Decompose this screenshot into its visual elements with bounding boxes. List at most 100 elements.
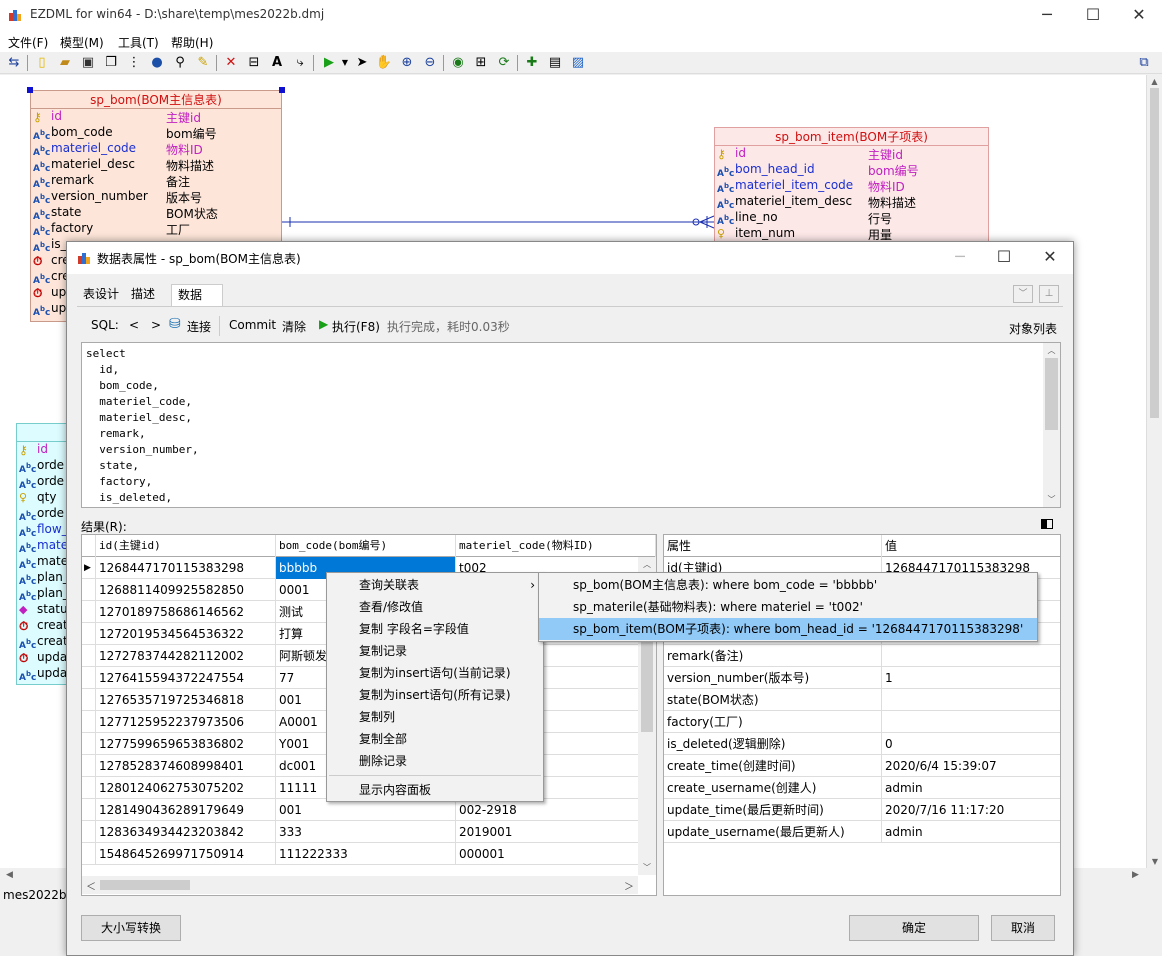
delete-icon[interactable]: ✕ — [222, 54, 240, 72]
property-value[interactable]: admin — [882, 821, 1060, 843]
new-file-icon[interactable]: ▯ — [33, 54, 51, 72]
layout-icon[interactable]: ⊞ — [472, 54, 490, 72]
context-menu-item[interactable]: 复制为insert语句(当前记录) — [327, 662, 543, 684]
save-icon[interactable]: ▣ — [79, 54, 97, 72]
hand-icon[interactable]: ✋ — [375, 54, 393, 72]
property-value[interactable] — [882, 689, 1060, 711]
tab-description[interactable]: 描述 — [125, 284, 161, 306]
entity-field-row[interactable]: Abc creat — [17, 634, 67, 651]
ok-button[interactable]: 确定 — [849, 915, 979, 941]
image-icon[interactable]: ▨ — [569, 54, 587, 72]
property-row[interactable]: update_time(最后更新时间) 2020/7/16 11:17:20 — [664, 799, 1060, 821]
table-cell[interactable]: 333 — [276, 821, 456, 843]
entity-field-row[interactable]: Abc state BOM状态 — [31, 205, 281, 222]
related-table-item[interactable]: sp_bom(BOM主信息表): where bom_code = 'bbbbb… — [539, 574, 1037, 596]
context-menu-item[interactable]: 查询关联表 › — [327, 574, 543, 596]
entity-field-row[interactable]: Abc materiel_item_code 物料ID — [715, 178, 988, 195]
entity-field-row[interactable]: ⚷ id — [17, 442, 67, 458]
highlight-icon[interactable]: ✎ — [194, 54, 212, 72]
open-folder-icon[interactable]: ▰ — [56, 54, 74, 72]
entity-field-row[interactable]: Abc remark 备注 — [31, 173, 281, 190]
find-icon[interactable]: ⚲ — [171, 54, 189, 72]
table-cell[interactable]: 1268811409925582850 — [96, 579, 276, 601]
menu-file[interactable]: 文件(F) — [8, 34, 48, 51]
object-list-button[interactable]: 对象列表 — [1009, 320, 1057, 337]
entity-field-row[interactable]: ♀ qty — [17, 490, 67, 506]
navigator-icon[interactable]: ⇆ — [5, 54, 23, 72]
table-cell[interactable]: 000001 — [456, 843, 656, 865]
zoom-out-icon[interactable]: ⊖ — [421, 54, 439, 72]
menu-help[interactable]: 帮助(H) — [171, 34, 213, 51]
table-cell[interactable]: 1272783744282112002 — [96, 645, 276, 667]
pointer-icon[interactable]: ➤ — [353, 54, 371, 72]
property-value[interactable]: 1 — [882, 667, 1060, 689]
property-row[interactable]: state(BOM状态) — [664, 689, 1060, 711]
table-cell[interactable]: 1278528374608998401 — [96, 755, 276, 777]
entity-field-row[interactable]: Abc orde — [17, 458, 67, 475]
close-button[interactable]: ✕ — [1116, 0, 1162, 32]
entity-field-row[interactable]: Abc bom_code bom编号 — [31, 125, 281, 142]
column-header[interactable]: materiel_code(物料ID) — [456, 535, 656, 557]
maximize-button[interactable]: ☐ — [981, 242, 1027, 274]
column-header[interactable]: bom_code(bom编号) — [276, 535, 456, 557]
entity-field-row[interactable]: ⏱ upda — [17, 650, 67, 666]
entity-field-row[interactable]: Abc plan_ — [17, 570, 67, 587]
context-menu-item[interactable]: 复制为insert语句(所有记录) — [327, 684, 543, 706]
sql-editor-scrollbar[interactable]: ︿ ﹀ — [1043, 343, 1060, 507]
table-cell[interactable]: 1272019534564536322 — [96, 623, 276, 645]
minimize-button[interactable]: ─ — [1024, 0, 1070, 32]
entity-field-row[interactable]: Abc version_number 版本号 — [31, 189, 281, 206]
table-cell[interactable]: 1276415594372247554 — [96, 667, 276, 689]
table-cell[interactable]: 1268447170115383298 — [96, 557, 276, 579]
entity-order[interactable]: ⚷ id Abc orde Abc orde ♀ qty Abc orde Abc flow_ Abc m… — [16, 423, 68, 685]
table-cell[interactable]: 1276535719725346818 — [96, 689, 276, 711]
property-row[interactable]: is_deleted(逻辑删除) 0 — [664, 733, 1060, 755]
entity-field-row[interactable]: Abc materiel_code 物料ID — [31, 141, 281, 158]
selection-handle[interactable] — [279, 87, 285, 93]
case-convert-button[interactable]: 大小写转换 — [81, 915, 181, 941]
entity-field-row[interactable]: Abc mate — [17, 554, 67, 571]
related-table-item[interactable]: sp_bom_item(BOM子项表): where bom_head_id =… — [539, 618, 1037, 640]
table-row[interactable]: 1283634934423203842 333 2019001 — [82, 821, 656, 843]
entity-field-row[interactable]: Abc plan_ — [17, 586, 67, 603]
tab-table-design[interactable]: 表设计 — [77, 284, 125, 306]
entity-field-row[interactable]: ◆ statu — [17, 602, 67, 618]
table-row[interactable]: 1548645269971750914 111222333 000001 — [82, 843, 656, 865]
table-cell[interactable]: 111222333 — [276, 843, 456, 865]
table-cell[interactable]: 1280124062753075202 — [96, 777, 276, 799]
related-table-item[interactable]: sp_materile(基础物料表): where materiel = 't0… — [539, 596, 1037, 618]
table-cell[interactable]: 1277599659653836802 — [96, 733, 276, 755]
property-value[interactable]: admin — [882, 777, 1060, 799]
entity-field-row[interactable]: ⏱ creat — [17, 618, 67, 634]
context-menu-item[interactable]: 复制 字段名=字段值 — [327, 618, 543, 640]
tab-data[interactable]: 数据 — [171, 284, 223, 306]
view-icon[interactable]: ◉ — [449, 54, 467, 72]
table-cell[interactable]: 001 — [276, 799, 456, 821]
chevron-down-icon[interactable]: ﹀ — [1013, 285, 1033, 303]
next-sql-button[interactable]: > — [151, 318, 161, 332]
text-icon[interactable]: A — [268, 54, 286, 72]
menu-tools[interactable]: 工具(T) — [118, 34, 159, 51]
add-table-icon[interactable]: ✚ — [523, 54, 541, 72]
globe-icon[interactable]: ● — [148, 54, 166, 72]
window-switch-icon[interactable]: ⧉ — [1135, 54, 1153, 72]
entity-field-row[interactable]: Abc bom_head_id bom编号 — [715, 162, 988, 179]
context-menu-item[interactable]: 复制记录 — [327, 640, 543, 662]
tree-icon[interactable]: ⋮ — [125, 54, 143, 72]
connect-button[interactable]: 连接 — [187, 318, 211, 335]
table-cell[interactable]: 1270189758686146562 — [96, 601, 276, 623]
chevron-down-icon[interactable]: ▼ — [336, 54, 354, 72]
entity-field-row[interactable]: Abc materiel_item_desc 物料描述 — [715, 194, 988, 211]
property-row[interactable]: create_time(创建时间) 2020/6/4 15:39:07 — [664, 755, 1060, 777]
property-row[interactable]: remark(备注) — [664, 645, 1060, 667]
context-menu-item[interactable]: 查看/修改值 — [327, 596, 543, 618]
sql-editor[interactable]: select id, bom_code, materiel_code, mate… — [81, 342, 1061, 508]
canvas-vertical-scrollbar[interactable]: ▲ ▼ — [1146, 75, 1162, 868]
property-value[interactable] — [882, 645, 1060, 667]
property-value[interactable]: 2020/6/4 15:39:07 — [882, 755, 1060, 777]
entity-field-row[interactable]: Abc mate — [17, 538, 67, 555]
zoom-in-icon[interactable]: ⊕ — [398, 54, 416, 72]
context-menu-item[interactable]: 显示内容面板 — [327, 779, 543, 801]
entity-field-row[interactable]: Abc upda — [17, 666, 67, 683]
commit-button[interactable]: Commit — [229, 318, 276, 332]
